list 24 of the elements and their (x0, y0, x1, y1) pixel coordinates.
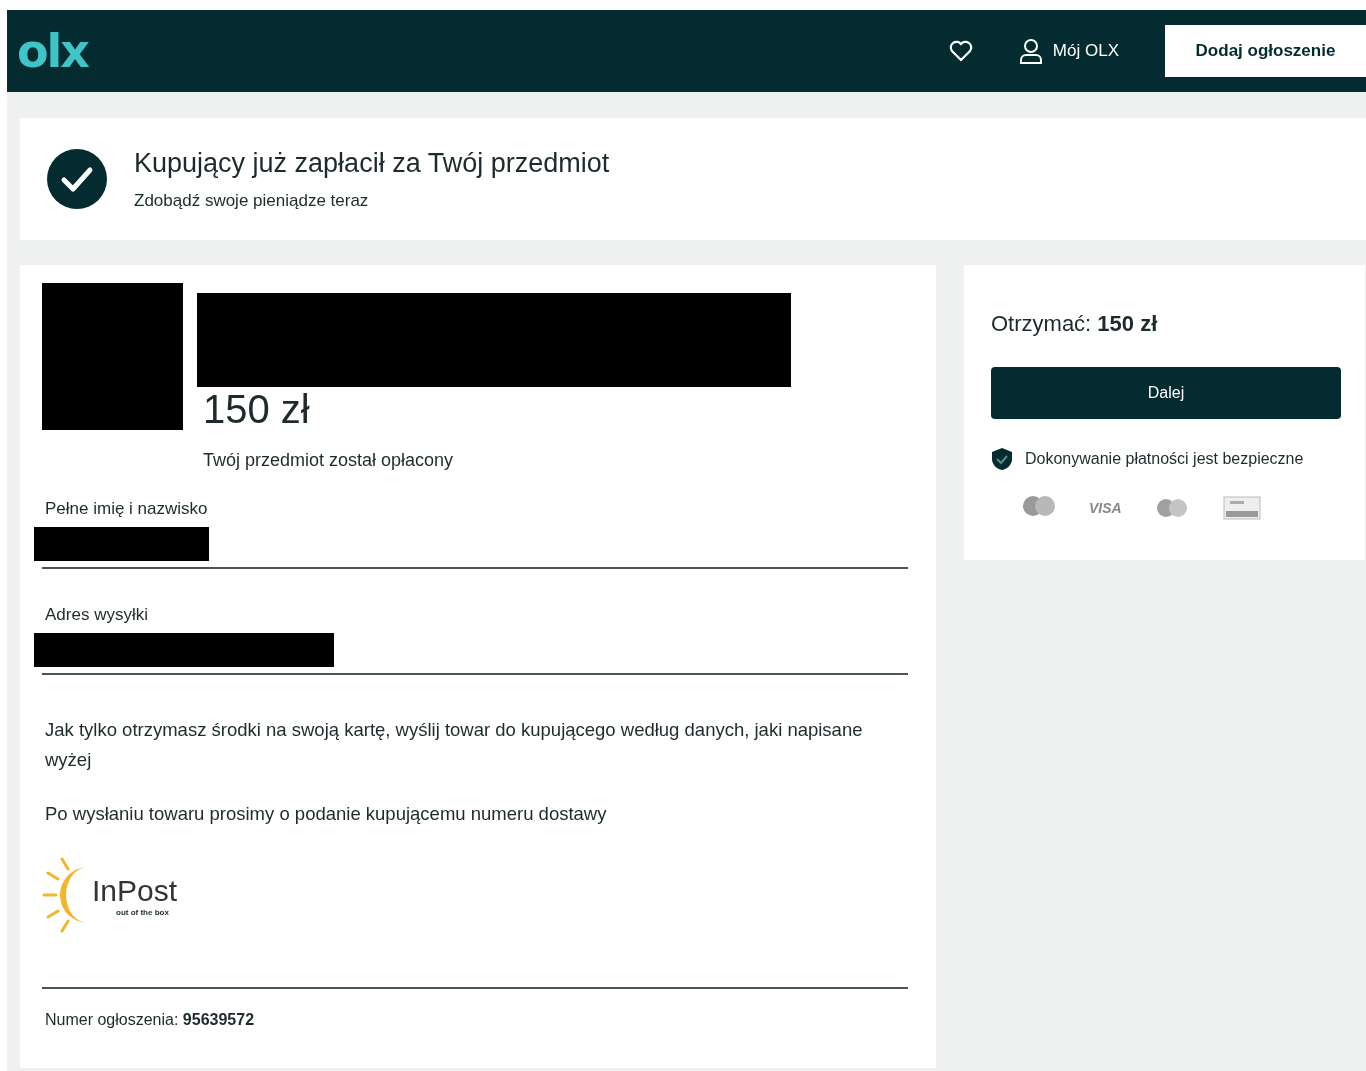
olx-logo[interactable]: olx (17, 24, 89, 78)
instruction-text: Po wysłaniu towaru prosimy o podanie kupującemu numeru dostawy (45, 802, 608, 826)
card-logo-icon (1221, 493, 1262, 523)
check-icon (47, 149, 107, 209)
instruction-text: Jak tylko otrzymasz środki na swoją kartę, wyślij towar do kupującego według danych, jaki napisane wyżej (45, 718, 864, 772)
banner-subtitle: Zdobądź swoje pieniądze teraz (134, 190, 370, 211)
add-listing-button[interactable]: Dodaj ogłoszenie (1165, 25, 1366, 77)
secure-note: Dokonywanie płatności jest bezpieczne (1025, 450, 1304, 468)
receive-amount: Otrzymać: 150 zł (991, 311, 1159, 337)
shield-icon (991, 447, 1013, 471)
field-label: Pełne imię i nazwisko (45, 499, 209, 519)
courier-tagline: out of the box (116, 907, 170, 917)
listing-number: Numer ogłoszenia: 95639572 (45, 1011, 256, 1029)
account-link[interactable]: Mój OLX (1018, 38, 1119, 64)
heart-icon[interactable] (948, 40, 973, 62)
user-icon (1018, 38, 1043, 64)
item-price: 150 zł (203, 387, 311, 432)
visa-logo: VISA (1089, 500, 1122, 516)
next-button[interactable]: Dalej (991, 367, 1341, 419)
account-label[interactable]: Mój OLX (1052, 41, 1119, 61)
field-label: Adres wysyłki (45, 605, 149, 625)
item-status: Twój przedmiot został opłacony (203, 450, 455, 471)
banner-title: Kupujący już zapłacił za Twój przedmiot (134, 147, 610, 179)
courier-name: InPost (92, 873, 178, 908)
